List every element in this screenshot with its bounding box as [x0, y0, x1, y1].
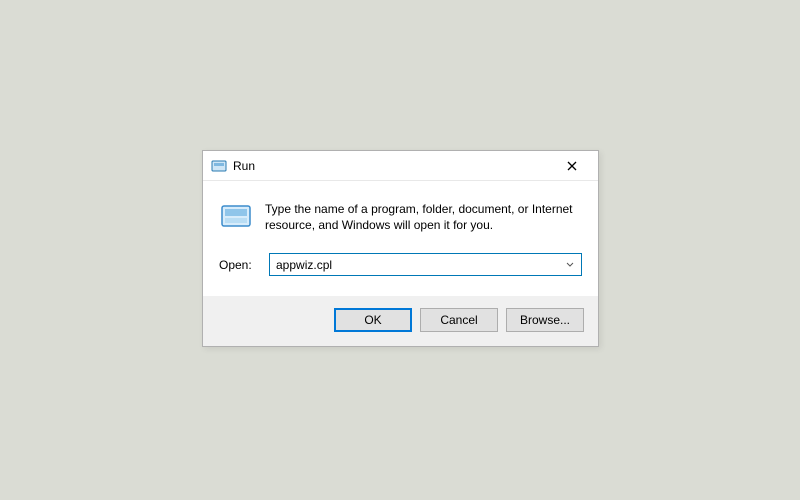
titlebar[interactable]: Run: [203, 151, 598, 181]
chevron-down-icon[interactable]: [563, 262, 577, 268]
run-title-icon: [211, 158, 227, 174]
run-dialog: Run Type the name of a program, folder, …: [202, 150, 599, 347]
dialog-description: Type the name of a program, folder, docu…: [265, 199, 582, 233]
close-button[interactable]: [552, 152, 592, 180]
open-label: Open:: [219, 258, 255, 272]
open-combobox[interactable]: [269, 253, 582, 276]
ok-button[interactable]: OK: [334, 308, 412, 332]
dialog-title: Run: [233, 159, 552, 173]
browse-button[interactable]: Browse...: [506, 308, 584, 332]
cancel-button[interactable]: Cancel: [420, 308, 498, 332]
dialog-content: Type the name of a program, folder, docu…: [203, 181, 598, 296]
run-large-icon: [219, 199, 253, 233]
button-row: OK Cancel Browse...: [203, 296, 598, 346]
open-input[interactable]: [276, 258, 563, 272]
